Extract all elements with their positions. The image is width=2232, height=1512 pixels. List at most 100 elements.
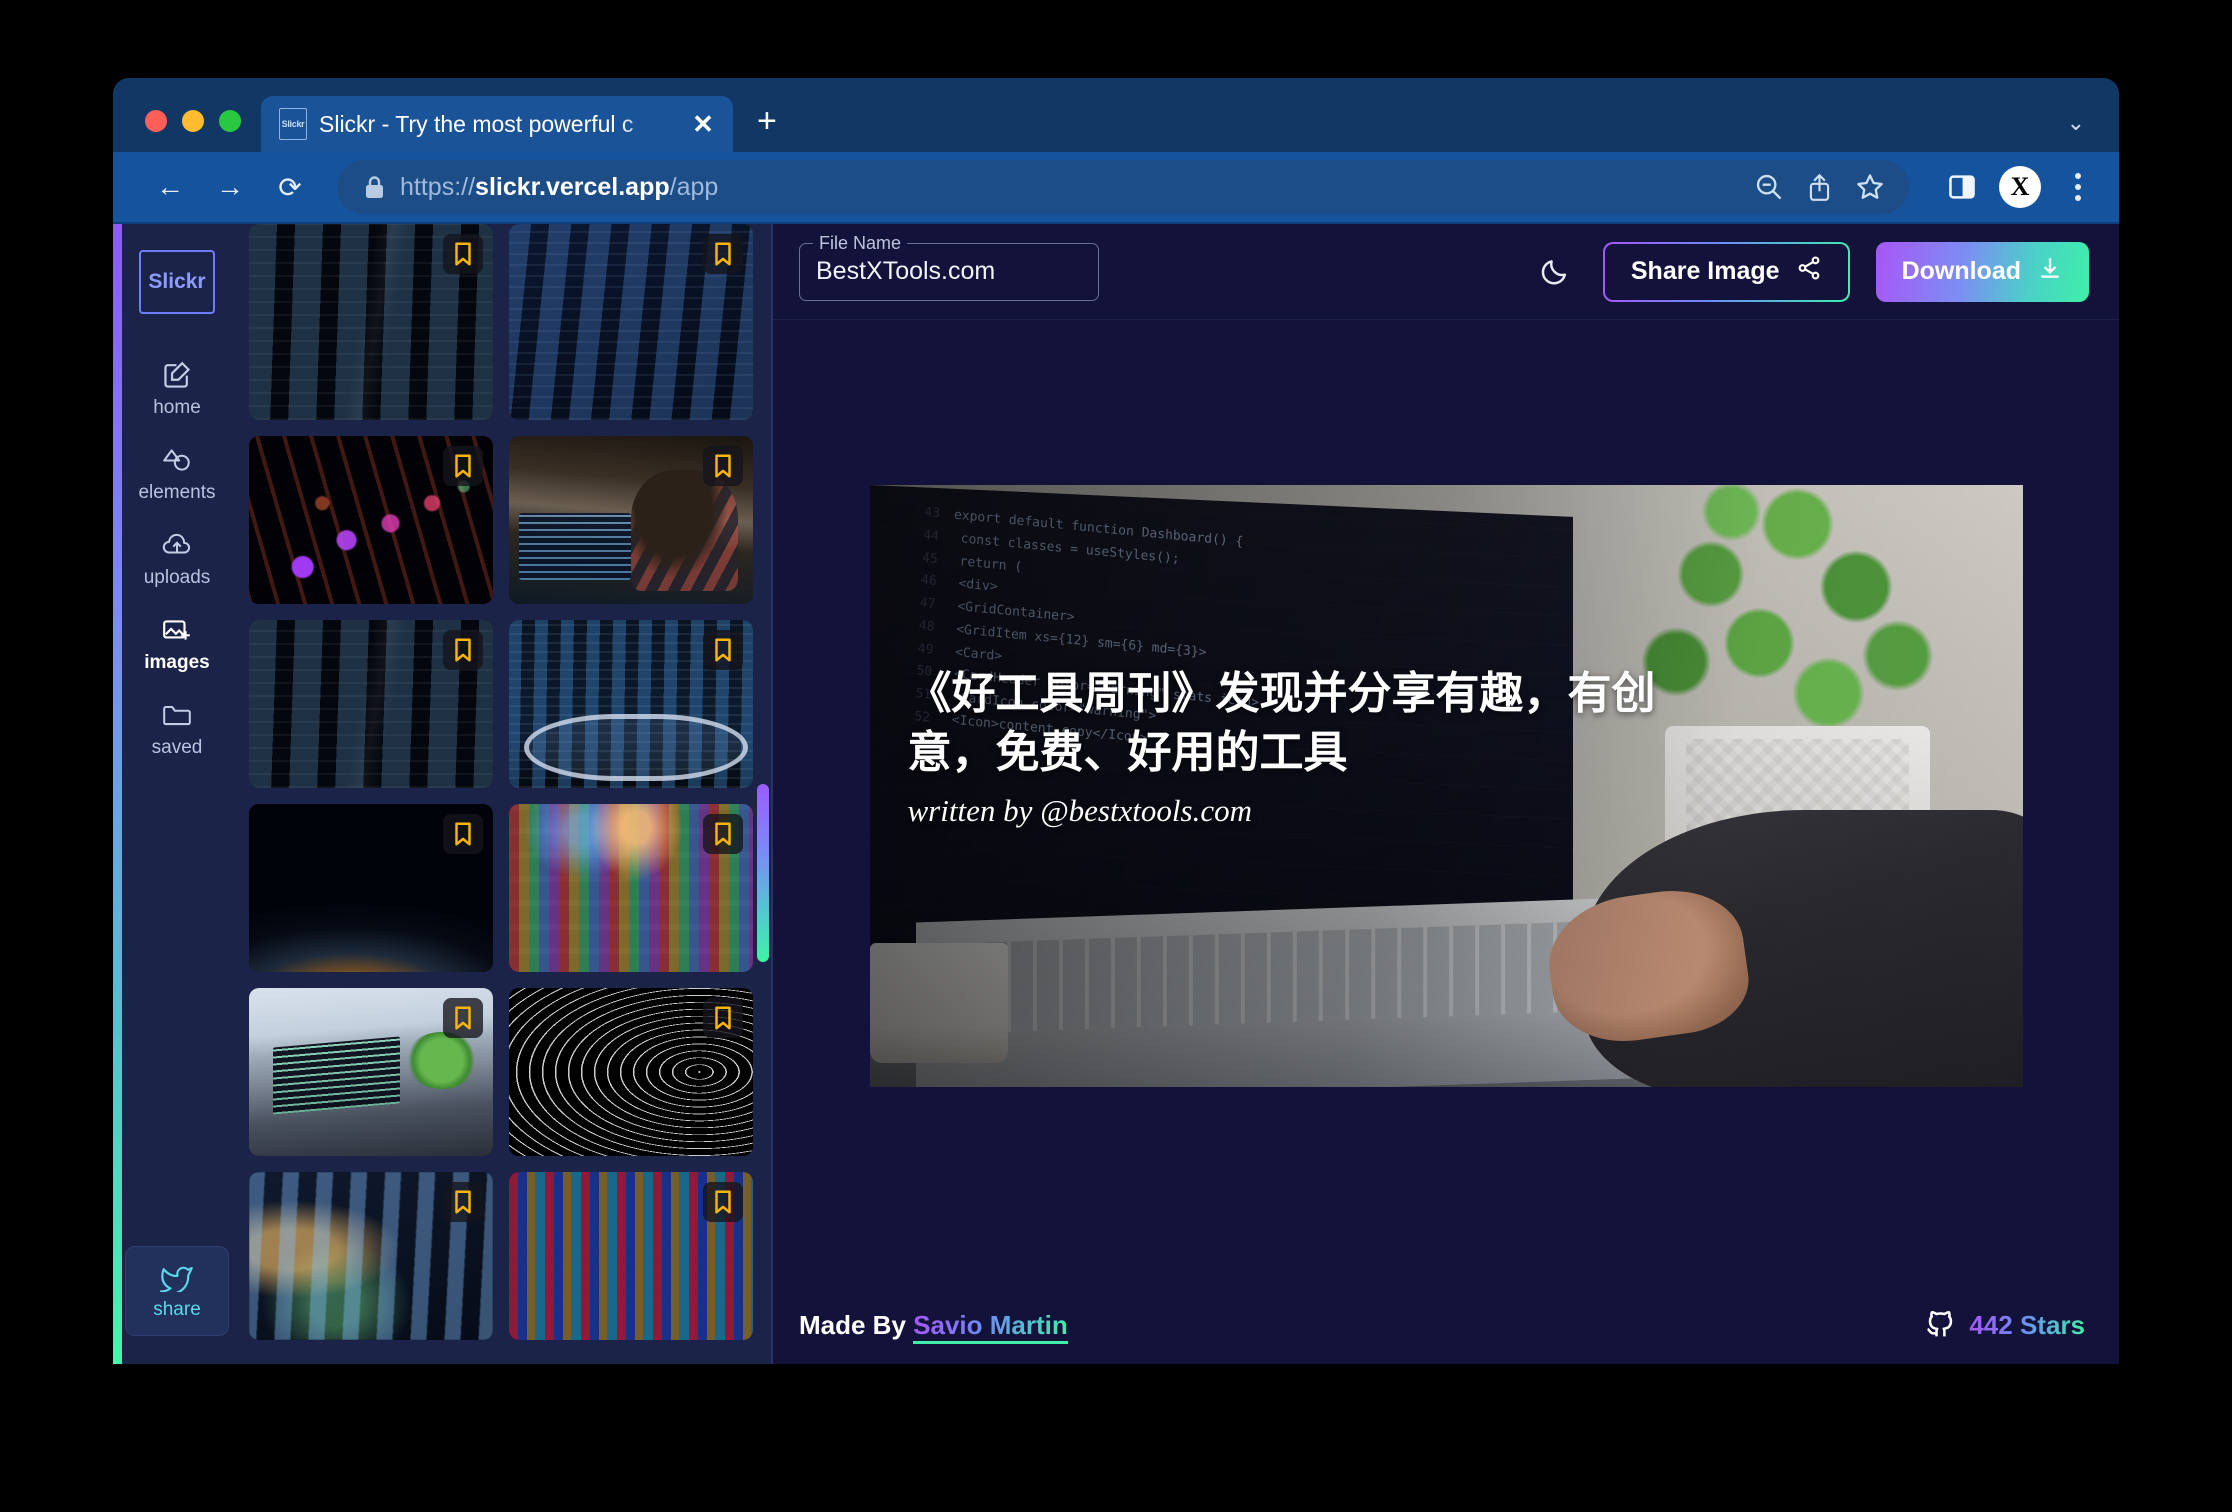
gallery-thumbnail[interactable]: [509, 436, 753, 604]
twitter-icon: [160, 1261, 194, 1295]
image-plus-icon: [161, 613, 193, 647]
sidebar-item-uploads[interactable]: uploads: [122, 516, 232, 601]
kebab-menu-icon[interactable]: [2063, 169, 2093, 205]
poster-text-block[interactable]: 《好工具周刊》发现并分享有趣，有创意，免费、好用的工具 written by @…: [908, 665, 1669, 829]
share-nodes-icon: [1796, 255, 1822, 288]
sidebar-item-label: saved: [152, 737, 203, 759]
back-button[interactable]: ←: [143, 160, 197, 214]
bookmark-icon[interactable]: [443, 234, 483, 274]
app-viewport: Slickr home elements uploads: [113, 224, 2119, 1364]
file-name-field[interactable]: File Name: [799, 243, 1099, 301]
bookmark-icon[interactable]: [703, 998, 743, 1038]
gallery-thumbnail[interactable]: [249, 436, 493, 604]
gallery-scrollbar[interactable]: [757, 784, 769, 962]
zoom-out-icon[interactable]: [1754, 172, 1784, 202]
stars-count-label: 442 Stars: [1969, 1310, 2085, 1341]
browser-right-actions: X: [1929, 166, 2093, 208]
gallery-thumbnail[interactable]: [509, 988, 753, 1156]
address-bar[interactable]: https://slickr.vercel.app/app: [337, 160, 1909, 214]
close-window-button[interactable]: [145, 110, 167, 132]
bookmark-icon[interactable]: [703, 1182, 743, 1222]
download-label: Download: [1902, 257, 2021, 286]
sidebar-item-label: uploads: [144, 567, 211, 589]
maximize-window-button[interactable]: [219, 110, 241, 132]
minimize-window-button[interactable]: [182, 110, 204, 132]
share-button[interactable]: share: [125, 1246, 229, 1336]
image-gallery-panel: [241, 224, 773, 1364]
editor-panel: File Name Share Image Download: [773, 224, 2119, 1364]
forward-button[interactable]: →: [203, 160, 257, 214]
sidebar-item-elements[interactable]: elements: [122, 431, 232, 516]
sidebar-item-home[interactable]: home: [122, 346, 232, 431]
bookmark-star-icon[interactable]: [1855, 172, 1885, 202]
poster-title: 《好工具周刊》发现并分享有趣，有创意，免费、好用的工具: [908, 665, 1669, 783]
author-link[interactable]: Savio Martin: [913, 1310, 1068, 1344]
image-grid: [249, 224, 753, 1340]
gallery-thumbnail[interactable]: [249, 1172, 493, 1340]
canvas-area: 43export default function Dashboard() {4…: [773, 320, 2119, 1286]
editor-toolbar-actions: Share Image Download: [1533, 242, 2089, 302]
reload-button[interactable]: ⟳: [263, 160, 317, 214]
sidebar-item-saved[interactable]: saved: [122, 686, 232, 771]
bookmark-icon[interactable]: [703, 446, 743, 486]
bookmark-icon[interactable]: [443, 1182, 483, 1222]
left-edge-gradient-bar: [113, 224, 122, 1364]
sidebar-item-images[interactable]: images: [122, 601, 232, 686]
download-button[interactable]: Download: [1876, 242, 2089, 302]
made-by-credit: Made By Savio Martin: [799, 1310, 1068, 1341]
close-tab-icon[interactable]: ✕: [687, 111, 719, 137]
poster-byline: written by @bestxtools.com: [908, 793, 1669, 829]
chevron-down-icon[interactable]: ⌄: [2067, 110, 2085, 136]
slickr-logo[interactable]: Slickr: [139, 250, 215, 314]
sidebar-item-label: elements: [138, 482, 215, 504]
sidebar-item-label: images: [144, 652, 209, 674]
sidebar-item-label: home: [153, 397, 201, 419]
bookmark-icon[interactable]: [443, 814, 483, 854]
share-icon[interactable]: [1806, 172, 1833, 202]
bookmark-icon[interactable]: [703, 234, 743, 274]
window-traffic-lights: [113, 110, 261, 152]
editor-toolbar: File Name Share Image Download: [773, 224, 2119, 320]
share-button-label: share: [153, 1299, 201, 1321]
moon-icon[interactable]: [1533, 250, 1577, 294]
bookmark-icon[interactable]: [443, 630, 483, 670]
share-image-button[interactable]: Share Image: [1603, 242, 1850, 302]
gallery-thumbnail[interactable]: [509, 224, 753, 420]
profile-avatar[interactable]: X: [1999, 166, 2041, 208]
browser-tab[interactable]: Slickr Slickr - Try the most powerful c …: [261, 96, 733, 152]
github-stars[interactable]: 442 Stars: [1924, 1307, 2085, 1344]
cloud-upload-icon: [161, 528, 193, 562]
bookmark-icon[interactable]: [443, 446, 483, 486]
folder-icon: [161, 698, 193, 732]
gallery-thumbnail[interactable]: [249, 804, 493, 972]
file-name-input[interactable]: [816, 257, 1082, 286]
gallery-thumbnail[interactable]: [509, 1172, 753, 1340]
address-bar-url: https://slickr.vercel.app/app: [400, 173, 1738, 202]
editor-footer: Made By Savio Martin 442 Stars: [773, 1286, 2119, 1364]
browser-tab-strip: Slickr Slickr - Try the most powerful c …: [113, 78, 2119, 152]
gallery-thumbnail[interactable]: [249, 224, 493, 420]
new-tab-button[interactable]: +: [733, 104, 801, 152]
app-sidebar: Slickr home elements uploads: [113, 224, 241, 1364]
gallery-thumbnail[interactable]: [249, 988, 493, 1156]
file-name-label: File Name: [813, 233, 907, 254]
gallery-thumbnail[interactable]: [509, 620, 753, 788]
browser-toolbar: ← → ⟳ https://slickr.vercel.app/app: [113, 152, 2119, 224]
browser-window: Slickr Slickr - Try the most powerful c …: [113, 78, 2119, 1364]
bookmark-icon[interactable]: [703, 630, 743, 670]
gallery-thumbnail[interactable]: [509, 804, 753, 972]
shapes-icon: [161, 443, 193, 477]
share-image-label: Share Image: [1631, 257, 1780, 286]
gallery-thumbnail[interactable]: [249, 620, 493, 788]
github-icon: [1924, 1307, 1956, 1344]
bookmark-icon[interactable]: [443, 998, 483, 1038]
download-icon: [2037, 255, 2063, 288]
edit-square-icon: [162, 358, 192, 392]
bookmark-icon[interactable]: [703, 814, 743, 854]
poster-canvas[interactable]: 43export default function Dashboard() {4…: [870, 485, 2023, 1087]
address-bar-actions: [1754, 172, 1893, 202]
lock-icon: [365, 176, 384, 199]
made-by-prefix: Made By: [799, 1310, 913, 1340]
tab-favicon-icon: Slickr: [279, 108, 307, 140]
sidebar-panel-icon[interactable]: [1947, 172, 1977, 202]
